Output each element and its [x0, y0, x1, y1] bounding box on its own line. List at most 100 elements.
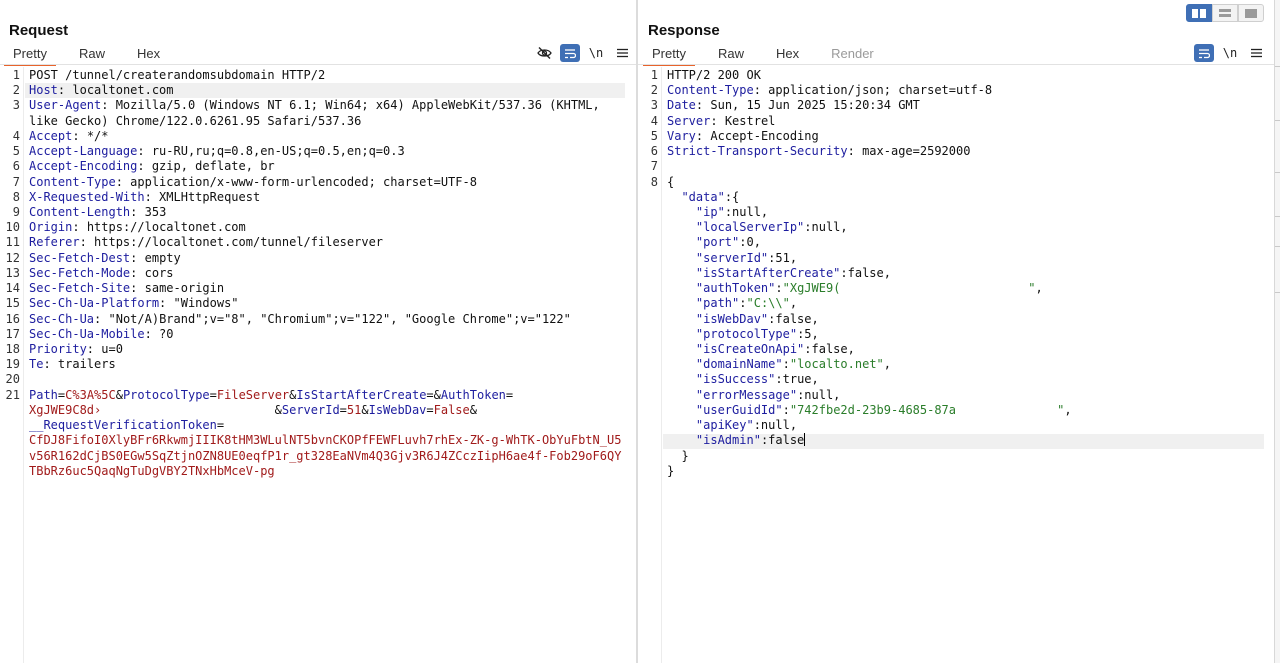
code-key: Referer — [29, 235, 80, 250]
line-number: 18 — [5, 341, 20, 356]
code-key: Sec-Ch-Ua-Mobile — [29, 326, 145, 341]
response-editor[interactable]: 1 HTTP/2 200 OK 2 Content-Type: application… — [638, 67, 1274, 663]
code-text: : — [847, 144, 855, 159]
json-line: "isAdmin":false — [667, 433, 806, 448]
code-key: Origin — [29, 220, 73, 235]
line-number: 17 — [5, 326, 20, 341]
code-value: "742fbe2d-23b9-4685-87a " — [789, 402, 1065, 417]
layout-bar — [1219, 9, 1231, 12]
request-title: Request — [9, 22, 69, 39]
json-line: "ip":null, — [667, 205, 768, 220]
response-tab-pretty[interactable]: Pretty — [643, 43, 695, 66]
eye-off-icon[interactable] — [534, 44, 554, 62]
code-text: :5, — [797, 326, 819, 341]
request-tab-hex[interactable]: Hex — [128, 43, 169, 65]
code-text: trailers — [50, 357, 116, 372]
code-key: User-Agent — [29, 98, 102, 113]
single-pane-layout-icon[interactable] — [1238, 4, 1264, 22]
code-value: TBbRz6uc5QaqNgTuDgVBY2TNxHbMceV-pg — [29, 463, 275, 478]
edge-tick — [1275, 292, 1280, 293]
code-text: Kestrel — [717, 113, 776, 128]
request-body-line: TBbRz6uc5QaqNgTuDgVBY2TNxHbMceV-pg — [29, 464, 275, 479]
code-text: : — [782, 357, 790, 372]
request-tab-raw[interactable]: Raw — [70, 43, 114, 65]
code-key: "localServerIp" — [695, 220, 805, 235]
code-text: POST /tunnel/createrandomsubdomain HTTP/… — [29, 68, 326, 82]
code-text: :false — [760, 433, 805, 448]
code-text: = — [339, 402, 347, 417]
code-value: C%3A%5C — [65, 387, 116, 402]
code-key: Content-Length — [29, 204, 131, 219]
side-by-side-layout-icon[interactable] — [1186, 4, 1212, 22]
line-number: 7 — [650, 159, 658, 174]
newline-toggle[interactable]: \n — [1220, 44, 1240, 62]
line-number: 12 — [5, 250, 20, 265]
header-line: Vary: Accept-Encoding — [667, 129, 819, 144]
request-tab-pretty[interactable]: Pretty — [4, 43, 56, 66]
code-text: : — [137, 144, 145, 159]
response-pane: Response Pretty Raw Hex Render \n 1 HTTP/… — [638, 0, 1274, 663]
code-text: gzip, deflate, br — [144, 159, 275, 174]
code-key: Sec-Fetch-Dest — [29, 250, 131, 265]
menu-icon[interactable] — [612, 44, 632, 62]
wrap-lines-icon[interactable] — [1194, 44, 1214, 62]
code-text: } — [667, 448, 689, 463]
line-number: 5 — [650, 128, 658, 143]
right-scroll-edge[interactable] — [1274, 0, 1280, 663]
code-text: : — [710, 113, 718, 128]
header-line: Sec-Ch-Ua: "Not/A)Brand";v="8", "Chromiu… — [29, 312, 571, 327]
code-key: Sec-Fetch-Mode — [29, 265, 131, 280]
json-line: "isSuccess":true, — [667, 372, 819, 387]
request-toolbar: \n — [528, 44, 632, 62]
line-number: 11 — [5, 235, 20, 250]
tab-bar-divider — [638, 64, 1274, 65]
status-line: HTTP/2 200 OK — [667, 68, 761, 83]
json-line: "apiKey":null, — [667, 418, 797, 433]
json-line: "port":0, — [667, 235, 761, 250]
header-line: User-Agent: Mozilla/5.0 (Windows NT 6.1;… — [29, 98, 600, 113]
code-text: like Gecko) Chrome/122.0.6261.95 Safari/… — [29, 113, 362, 128]
response-tab-raw[interactable]: Raw — [709, 43, 753, 65]
code-key: "path" — [695, 296, 740, 311]
request-tabs: Pretty Raw Hex — [4, 43, 183, 66]
header-line: Priority: u=0 — [29, 342, 123, 357]
menu-icon[interactable] — [1246, 44, 1266, 62]
newline-toggle[interactable]: \n — [586, 44, 606, 62]
response-tab-hex[interactable]: Hex — [767, 43, 808, 65]
code-key: Te — [29, 357, 44, 372]
code-text: : — [72, 128, 80, 143]
line-number: 4 — [650, 113, 658, 128]
code-text: = — [426, 402, 434, 417]
top-bottom-layout-icon[interactable] — [1212, 4, 1238, 22]
code-text: :null, — [724, 204, 769, 219]
code-text: "Not/A)Brand";v="8", "Chromium";v="122",… — [101, 311, 571, 326]
code-text: : — [144, 326, 152, 341]
wrap-lines-icon[interactable] — [560, 44, 580, 62]
code-text: application/json; charset=utf-8 — [760, 83, 993, 98]
code-value: v56R162dCjBS0EGw5SqZtjnOZN8UE0eqfP1r_gt3… — [29, 448, 622, 463]
line-number: 16 — [5, 311, 20, 326]
line-number: 4 — [12, 128, 20, 143]
edge-tick — [1275, 120, 1280, 121]
request-editor[interactable]: 1 POST /tunnel/createrandomsubdomain HTTP… — [0, 67, 636, 663]
code-text: :0, — [739, 235, 761, 250]
code-text: max-age=2592000 — [854, 144, 971, 159]
response-tab-render[interactable]: Render — [822, 43, 883, 65]
code-key: Content-Type — [667, 83, 754, 98]
code-key: "serverId" — [695, 250, 769, 265]
line-number: 15 — [5, 296, 20, 311]
layout-bar — [1200, 8, 1206, 18]
header-line: Content-Type: application/json; charset=… — [667, 83, 992, 98]
header-line: Te: trailers — [29, 357, 116, 372]
line-number: 5 — [12, 144, 20, 159]
code-text: , — [1064, 402, 1072, 417]
code-key: ProtocolType — [122, 387, 210, 402]
response-tabs: Pretty Raw Hex Render — [643, 43, 897, 66]
line-number: 9 — [12, 204, 20, 219]
